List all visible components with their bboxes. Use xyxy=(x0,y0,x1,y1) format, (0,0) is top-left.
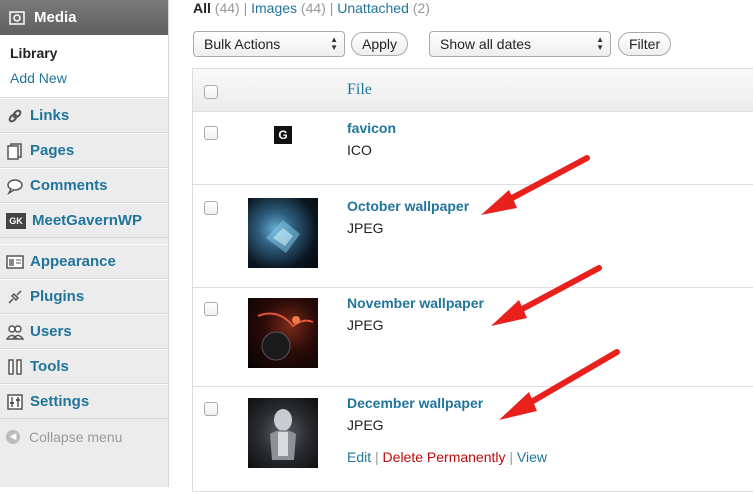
links-icon xyxy=(6,107,24,125)
menu-appearance-label: Appearance xyxy=(30,253,116,270)
arrow-icon xyxy=(499,349,620,420)
comments-icon xyxy=(6,177,24,195)
collapse-icon: ◀ xyxy=(6,429,20,444)
gk-icon: GK xyxy=(6,212,26,229)
menu-plugins-label: Plugins xyxy=(30,288,85,305)
pages-icon xyxy=(6,142,24,160)
submenu-add-new[interactable]: Add New xyxy=(10,66,168,91)
main-content: All (44) | Images (44) | Unattached (2) … xyxy=(169,0,753,492)
arrow-icon xyxy=(481,155,590,215)
menu-pages-label: Pages xyxy=(30,142,75,159)
appearance-icon xyxy=(6,253,24,271)
menu-tools-label: Tools xyxy=(30,358,69,375)
menu-plugins[interactable]: Plugins xyxy=(0,279,168,314)
media-icon xyxy=(8,9,26,27)
menu-links[interactable]: Links xyxy=(0,98,168,133)
menu-meetgavernwp[interactable]: GK MeetGavernWP xyxy=(0,203,168,238)
users-icon xyxy=(6,323,24,341)
collapse-menu[interactable]: ◀ Collapse menu xyxy=(0,419,168,454)
arrow-icon xyxy=(491,265,602,326)
menu-meetgavernwp-label: MeetGavernWP xyxy=(32,212,143,229)
menu-users-label: Users xyxy=(30,323,72,340)
menu-media-label: Media xyxy=(34,9,77,26)
menu-comments[interactable]: Comments xyxy=(0,168,168,203)
menu-tools[interactable]: Tools xyxy=(0,349,168,384)
menu-appearance[interactable]: Appearance xyxy=(0,244,168,279)
menu-media[interactable]: Media xyxy=(0,0,168,35)
menu-comments-label: Comments xyxy=(30,177,108,194)
settings-icon xyxy=(6,393,24,411)
menu-settings[interactable]: Settings xyxy=(0,384,168,419)
collapse-menu-label: Collapse menu xyxy=(29,428,123,445)
menu-links-label: Links xyxy=(30,107,70,124)
admin-sidebar: Media Library Add New Links Pages Commen… xyxy=(0,0,169,487)
annotation-arrows xyxy=(481,155,620,420)
plugins-icon xyxy=(6,288,24,306)
menu-settings-label: Settings xyxy=(30,393,90,410)
media-submenu: Library Add New xyxy=(0,35,168,98)
menu-users[interactable]: Users xyxy=(0,314,168,349)
tools-icon xyxy=(6,358,24,376)
menu-pages[interactable]: Pages xyxy=(0,133,168,168)
submenu-library[interactable]: Library xyxy=(10,41,168,66)
